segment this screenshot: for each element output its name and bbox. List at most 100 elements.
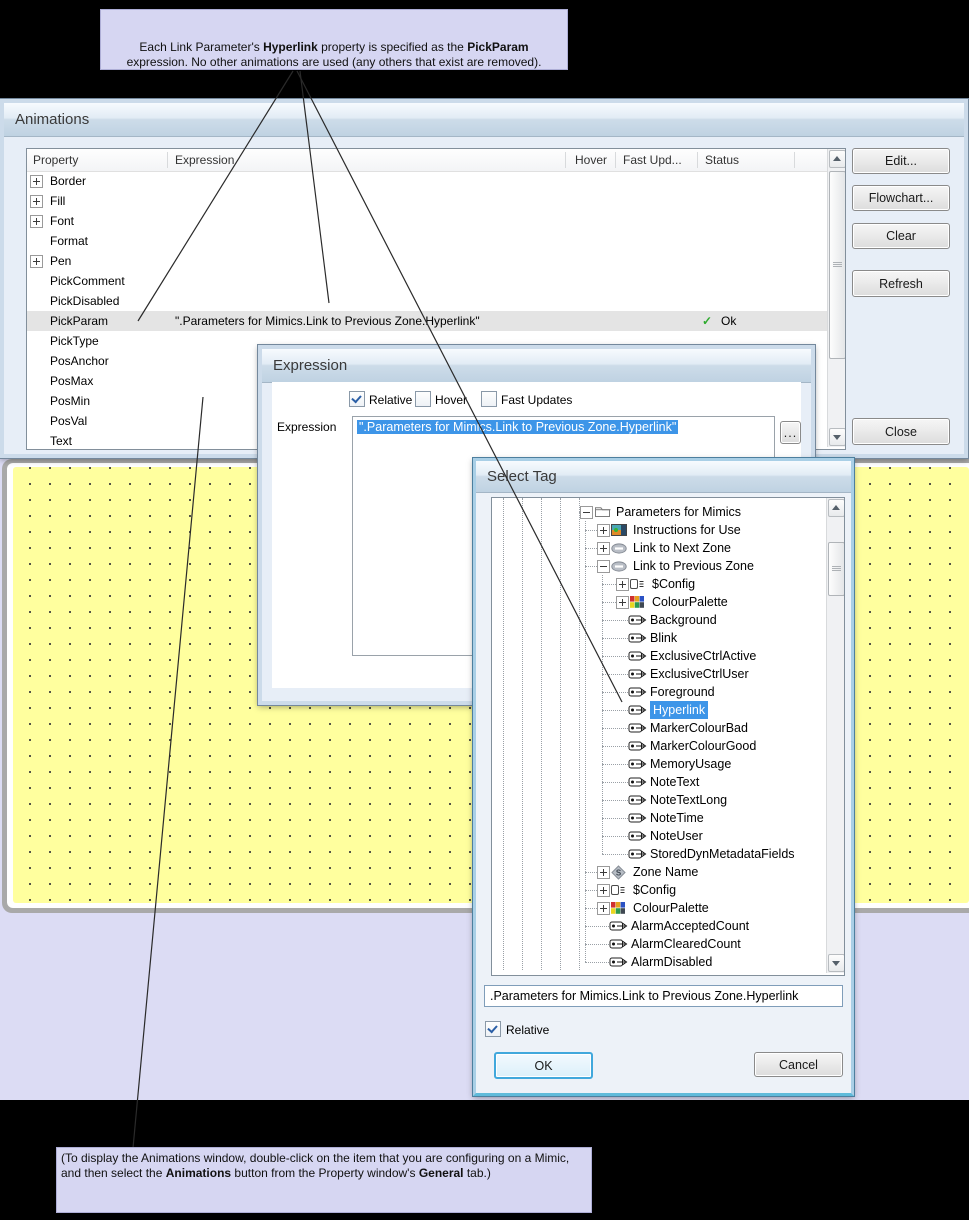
tree-item-notetextlong[interactable]: NoteTextLong <box>492 791 826 809</box>
expand-plus-icon[interactable] <box>597 542 610 555</box>
edit-button[interactable]: Edit... <box>852 148 950 174</box>
scroll-down-button[interactable] <box>829 428 846 446</box>
tree-item-label[interactable]: NoteText <box>650 773 699 791</box>
tree-item-storeddynmetadatafields[interactable]: StoredDynMetadataFields <box>492 845 826 863</box>
tree-item-link-to-previous-zone[interactable]: Link to Previous Zone <box>492 557 826 575</box>
ok-button[interactable]: OK <box>494 1052 593 1079</box>
scroll-up-button[interactable] <box>828 499 845 517</box>
tree-item-background[interactable]: Background <box>492 611 826 629</box>
tag-path-field[interactable]: .Parameters for Mimics.Link to Previous … <box>484 985 843 1007</box>
relative-checkbox[interactable] <box>485 1021 501 1037</box>
close-button[interactable]: Close <box>852 418 950 445</box>
tree-item-label[interactable]: MemoryUsage <box>650 755 731 773</box>
fast-updates-checkbox[interactable] <box>481 391 497 407</box>
refresh-button[interactable]: Refresh <box>852 270 950 297</box>
tree-item-alarmacceptedcount[interactable]: AlarmAcceptedCount <box>492 917 826 935</box>
expand-plus-icon[interactable] <box>30 175 43 188</box>
scrollbar-thumb[interactable] <box>829 171 846 359</box>
tree-item-label[interactable]: ColourPalette <box>633 899 709 917</box>
scrollbar-thumb[interactable] <box>828 542 845 596</box>
tree-item-label[interactable]: Link to Next Zone <box>633 539 731 557</box>
select-tag-titlebar[interactable]: Select Tag <box>476 461 851 493</box>
column-header-fast-upd[interactable]: Fast Upd... <box>623 153 682 167</box>
tree-item-hyperlink[interactable]: Hyperlink <box>492 701 826 719</box>
tree-item-label[interactable]: NoteTextLong <box>650 791 727 809</box>
tree-item-parameters-for-mimics[interactable]: Parameters for Mimics <box>492 503 826 521</box>
tree-item-exclusivectrluser[interactable]: ExclusiveCtrlUser <box>492 665 826 683</box>
flowchart-button[interactable]: Flowchart... <box>852 185 950 211</box>
tree-item-label[interactable]: Instructions for Use <box>633 521 741 539</box>
property-row-font[interactable]: Font <box>27 211 828 231</box>
tree-item-label[interactable]: Background <box>650 611 717 629</box>
tree-item-label[interactable]: $Config <box>652 575 695 593</box>
column-header-hover[interactable]: Hover <box>575 153 607 167</box>
tree-item-label[interactable]: StoredDynMetadataFields <box>650 845 795 863</box>
tree-item-label[interactable]: Hyperlink <box>650 701 708 719</box>
expand-plus-icon[interactable] <box>597 866 610 879</box>
tree-item-label[interactable]: NoteTime <box>650 809 704 827</box>
tree-item-foreground[interactable]: Foreground <box>492 683 826 701</box>
scroll-down-button[interactable] <box>828 954 845 972</box>
column-header-property[interactable]: Property <box>33 153 78 167</box>
tree-item-markercolourbad[interactable]: MarkerColourBad <box>492 719 826 737</box>
expand-plus-icon[interactable] <box>597 902 610 915</box>
tree-item-label[interactable]: $Config <box>633 881 676 899</box>
tree-item-alarmclearedcount[interactable]: AlarmClearedCount <box>492 935 826 953</box>
tree-item-label[interactable]: NoteUser <box>650 827 703 845</box>
collapse-minus-icon[interactable] <box>597 560 610 573</box>
browse-expression-button[interactable]: ... <box>780 421 801 444</box>
tree-item-label[interactable]: ExclusiveCtrlUser <box>650 665 749 683</box>
tree-item-memoryusage[interactable]: MemoryUsage <box>492 755 826 773</box>
expression-titlebar[interactable]: Expression <box>262 349 811 383</box>
property-row-pickcomment[interactable]: PickComment <box>27 271 828 291</box>
expand-plus-icon[interactable] <box>597 524 610 537</box>
tree-item-markercolourgood[interactable]: MarkerColourGood <box>492 737 826 755</box>
property-row-fill[interactable]: Fill <box>27 191 828 211</box>
tree-item-config[interactable]: $Config <box>492 881 826 899</box>
column-header-status[interactable]: Status <box>705 153 739 167</box>
tree-item-exclusivectrlactive[interactable]: ExclusiveCtrlActive <box>492 647 826 665</box>
tree-item-noteuser[interactable]: NoteUser <box>492 827 826 845</box>
property-row-format[interactable]: Format <box>27 231 828 251</box>
tree-item-label[interactable]: ColourPalette <box>652 593 728 611</box>
animations-titlebar[interactable]: Animations <box>4 103 964 137</box>
expand-plus-icon[interactable] <box>616 596 629 609</box>
tree-item-label[interactable]: Blink <box>650 629 677 647</box>
property-row-pen[interactable]: Pen <box>27 251 828 271</box>
tree-item-label[interactable]: ExclusiveCtrlActive <box>650 647 756 665</box>
scroll-up-button[interactable] <box>829 150 846 168</box>
tree-item-instructions-for-use[interactable]: Instructions for Use <box>492 521 826 539</box>
tree-item-zone-name[interactable]: SZone Name <box>492 863 826 881</box>
tree-item-label[interactable]: Zone Name <box>633 863 698 881</box>
tree-item-label[interactable]: AlarmClearedCount <box>631 935 741 953</box>
tree-item-config[interactable]: $Config <box>492 575 826 593</box>
hover-checkbox[interactable] <box>415 391 431 407</box>
animations-list-scrollbar[interactable] <box>827 149 845 447</box>
cancel-button[interactable]: Cancel <box>754 1052 843 1077</box>
tree-item-label[interactable]: AlarmAcceptedCount <box>631 917 749 935</box>
expand-plus-icon[interactable] <box>30 215 43 228</box>
property-row-pickdisabled[interactable]: PickDisabled <box>27 291 828 311</box>
tree-item-link-to-next-zone[interactable]: Link to Next Zone <box>492 539 826 557</box>
expand-plus-icon[interactable] <box>30 195 43 208</box>
expand-plus-icon[interactable] <box>30 255 43 268</box>
tree-item-label[interactable]: MarkerColourBad <box>650 719 748 737</box>
tree-item-colourpalette[interactable]: ColourPalette <box>492 899 826 917</box>
tree-scrollbar[interactable] <box>826 498 844 973</box>
tree-item-alarmdisabled[interactable]: AlarmDisabled <box>492 953 826 971</box>
tree-item-notetime[interactable]: NoteTime <box>492 809 826 827</box>
column-header-expression[interactable]: Expression <box>175 153 234 167</box>
clear-button[interactable]: Clear <box>852 223 950 249</box>
relative-checkbox[interactable] <box>349 391 365 407</box>
tree-item-colourpalette[interactable]: ColourPalette <box>492 593 826 611</box>
expand-plus-icon[interactable] <box>616 578 629 591</box>
tree-item-blink[interactable]: Blink <box>492 629 826 647</box>
tree-item-label[interactable]: Link to Previous Zone <box>633 557 754 575</box>
property-row-border[interactable]: Border <box>27 171 828 191</box>
collapse-minus-icon[interactable] <box>580 506 593 519</box>
tree-item-label[interactable]: AlarmDisabled <box>631 953 712 971</box>
tree-item-label[interactable]: Parameters for Mimics <box>616 503 741 521</box>
tree-item-notetext[interactable]: NoteText <box>492 773 826 791</box>
tree-item-label[interactable]: Foreground <box>650 683 715 701</box>
tree-item-label[interactable]: MarkerColourGood <box>650 737 756 755</box>
